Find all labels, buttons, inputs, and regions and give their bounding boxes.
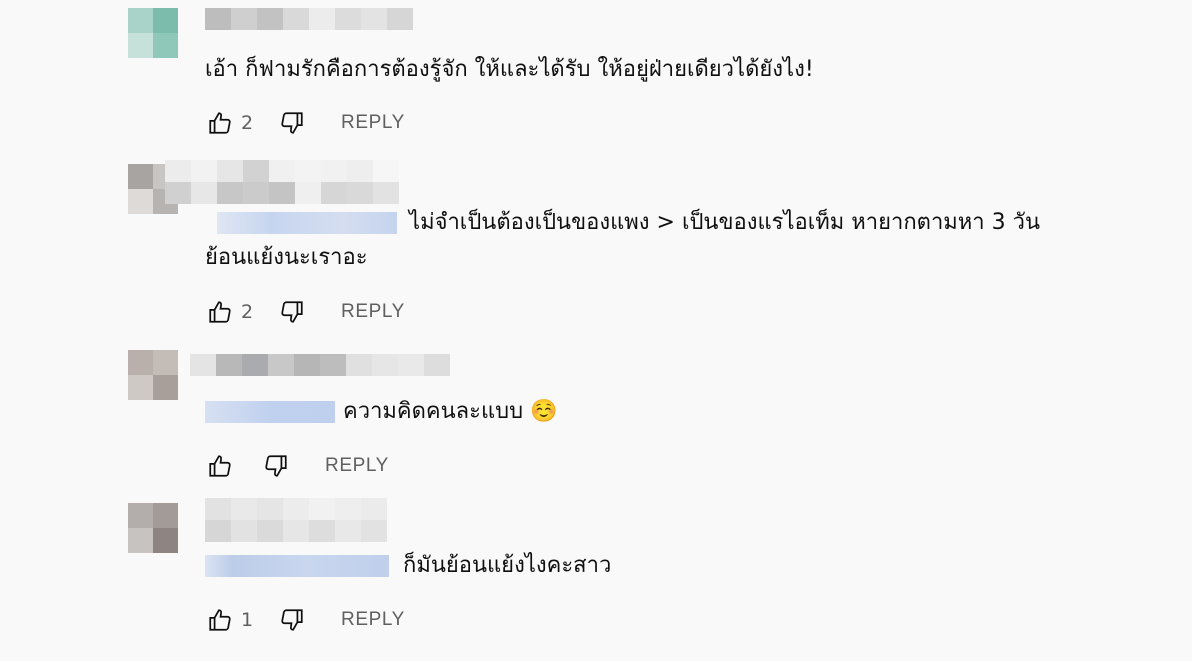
like-count: 2 xyxy=(241,301,254,323)
avatar[interactable] xyxy=(128,8,178,58)
like-count: 1 xyxy=(241,609,254,631)
comment-actions: 1 REPLY xyxy=(205,605,405,635)
comment-actions: 2 REPLY xyxy=(205,297,405,327)
like-icon[interactable] xyxy=(205,297,235,327)
comment-actions: 2 REPLY xyxy=(205,108,405,138)
comment-text: ไม่จำเป็นต้องเป็นของแพง > เป็นของแรไอเท็… xyxy=(205,205,1040,241)
mention-redacted[interactable] xyxy=(205,555,389,577)
like-count: 2 xyxy=(241,112,254,134)
author-name-redacted[interactable] xyxy=(190,354,450,376)
author-name-redacted[interactable] xyxy=(165,160,399,182)
dislike-icon[interactable] xyxy=(277,605,307,635)
dislike-icon[interactable] xyxy=(277,108,307,138)
reply-button[interactable]: REPLY xyxy=(341,609,405,631)
reply-button[interactable]: REPLY xyxy=(341,112,405,134)
comment-text: ความคิดคนละแบบ ☺️ xyxy=(205,394,557,430)
comment-text: ก็มันย้อนแย้งไงคะสาว xyxy=(205,548,611,584)
like-icon[interactable] xyxy=(205,605,235,635)
reply-button[interactable]: REPLY xyxy=(325,455,389,477)
like-icon[interactable] xyxy=(205,108,235,138)
reply-button[interactable]: REPLY xyxy=(341,301,405,323)
dislike-icon[interactable] xyxy=(277,297,307,327)
like-icon[interactable] xyxy=(205,451,235,481)
avatar[interactable] xyxy=(128,503,178,553)
author-name-redacted xyxy=(205,520,387,542)
author-name-redacted xyxy=(165,182,399,204)
comment-text-content: ความคิดคนละแบบ ☺️ xyxy=(343,399,558,424)
mention-redacted[interactable] xyxy=(205,401,335,423)
comment-text-line1: ไม่จำเป็นต้องเป็นของแพง > เป็นของแรไอเท็… xyxy=(409,210,1041,235)
comment-text-content: ก็มันย้อนแย้งไงคะสาว xyxy=(403,553,612,578)
comment-actions: REPLY xyxy=(205,451,389,481)
dislike-icon[interactable] xyxy=(261,451,291,481)
author-name-redacted[interactable] xyxy=(205,8,413,30)
author-name-redacted[interactable] xyxy=(205,498,387,520)
comment-text-line2: ย้อนแย้งนะเราอะ xyxy=(205,245,368,270)
mention-redacted[interactable] xyxy=(217,212,397,234)
comment-text: เอ้า ก็ฟามรักคือการต้องรู้จัก ให้และได้ร… xyxy=(205,57,814,82)
avatar[interactable] xyxy=(128,350,178,400)
